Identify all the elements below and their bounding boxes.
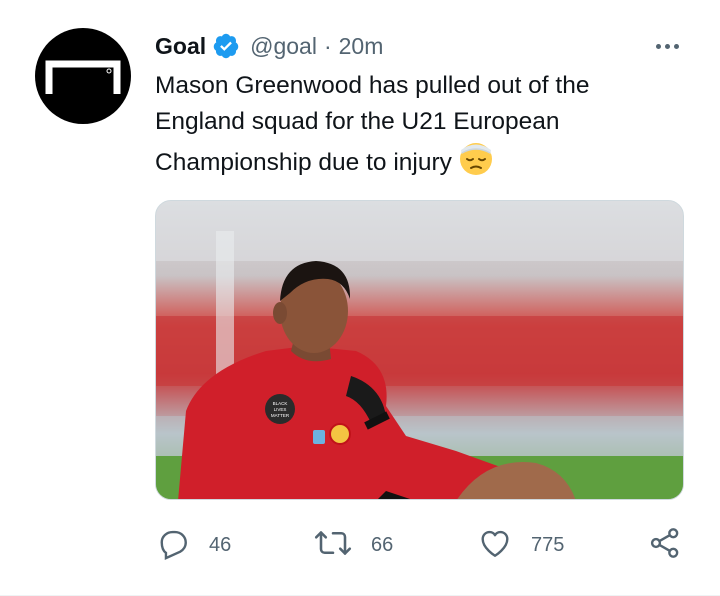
badge-text-1: BLACK xyxy=(273,401,288,406)
reply-icon xyxy=(155,525,191,566)
like-button[interactable]: 775 xyxy=(477,525,564,565)
reply-count: 46 xyxy=(209,533,232,556)
tweet-actions: 46 66 775 xyxy=(155,525,695,565)
tweet-text-container: Mason Greenwood has pulled out of the En… xyxy=(155,68,675,181)
head-bandage-emoji-icon xyxy=(458,140,494,176)
tweet-text: Mason Greenwood has pulled out of the En… xyxy=(155,72,590,176)
more-icon xyxy=(655,43,661,49)
badge-text-2: LIVES xyxy=(274,407,287,412)
like-icon xyxy=(477,525,513,566)
author-name[interactable]: Goal xyxy=(155,33,206,60)
reply-button[interactable]: 46 xyxy=(155,525,231,565)
tweet-header: Goal @goal · 20m xyxy=(155,30,383,62)
timestamp[interactable]: 20m xyxy=(339,33,384,60)
share-button[interactable] xyxy=(647,525,683,565)
retweet-count: 66 xyxy=(371,533,394,556)
like-count: 775 xyxy=(531,533,565,556)
share-icon xyxy=(647,525,683,566)
badge-text-3: MATTER xyxy=(271,413,290,418)
more-icon-dot xyxy=(664,43,670,49)
tweet-image[interactable]: BLACK LIVES MATTER xyxy=(155,200,684,500)
verified-icon xyxy=(212,32,240,60)
more-options-button[interactable] xyxy=(650,34,684,58)
tweet[interactable]: Goal @goal · 20m Mason Greenwood has pul… xyxy=(0,0,720,596)
player-photo: BLACK LIVES MATTER xyxy=(156,201,683,499)
goal-logo xyxy=(45,60,121,94)
more-icon-dot xyxy=(673,43,679,49)
retweet-button[interactable]: 66 xyxy=(313,525,393,565)
retweet-icon xyxy=(313,525,353,566)
separator-dot: · xyxy=(323,32,332,59)
avatar[interactable] xyxy=(35,28,131,124)
author-handle[interactable]: @goal xyxy=(250,33,317,60)
